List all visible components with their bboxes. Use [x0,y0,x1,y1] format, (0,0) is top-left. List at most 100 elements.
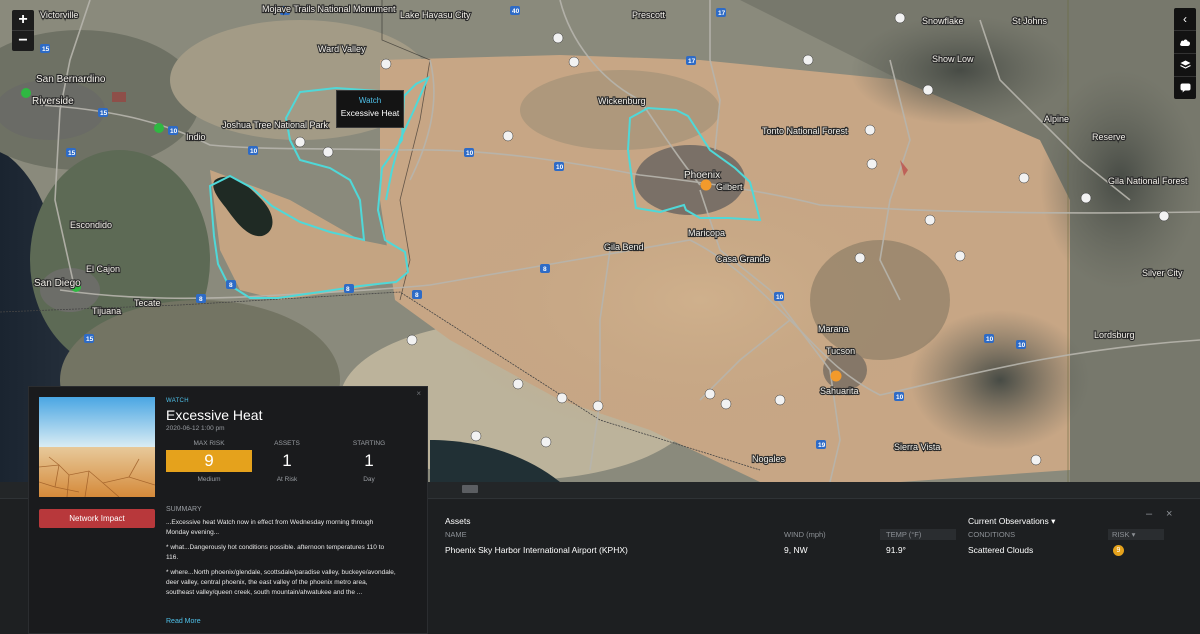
col-conditions[interactable]: CONDITIONS [968,530,1015,539]
summary-heading: SUMMARY [166,506,202,513]
svg-text:Show Low: Show Low [932,54,974,64]
stat-assets-sub: At Risk [276,476,298,483]
svg-text:10: 10 [556,164,564,171]
summary-text: ...Excessive heat Watch now in effect fr… [166,518,396,603]
asset-row-name[interactable]: Phoenix Sky Harbor International Airport… [445,545,628,555]
close-icon[interactable]: × [1166,508,1172,520]
asset-row-risk-badge: 9 [1113,545,1124,556]
svg-text:Maricopa: Maricopa [688,228,725,238]
col-wind[interactable]: WIND (mph) [784,530,826,539]
panel-close-icon[interactable]: × [416,389,421,398]
svg-text:15: 15 [42,46,50,53]
asset-marker-tucson[interactable] [830,370,842,382]
svg-text:8: 8 [415,292,419,299]
svg-text:Sierra Vista: Sierra Vista [894,442,940,452]
collapse-button[interactable]: ‹ [1174,8,1196,30]
svg-text:El Cajon: El Cajon [86,264,120,274]
svg-text:Tucson: Tucson [826,346,855,356]
svg-text:40: 40 [512,8,520,15]
col-temp[interactable]: TEMP (°F) [886,530,921,539]
asset-row-wind: 9, NW [784,545,808,555]
svg-text:Lake Havasu City: Lake Havasu City [400,10,471,20]
svg-text:10: 10 [170,128,178,135]
stat-starting-sub: Day [363,476,375,483]
cloud-icon[interactable] [1174,30,1196,53]
stat-max-risk-sub: Medium [197,476,221,483]
minimize-button[interactable]: – [1146,508,1152,520]
svg-text:10: 10 [776,294,784,301]
svg-text:10: 10 [986,336,994,343]
stat-max-risk-value: 9 [166,450,252,472]
asset-marker-green[interactable] [21,88,31,98]
svg-text:Escondido: Escondido [70,220,112,230]
svg-text:Prescott: Prescott [632,10,666,20]
svg-text:Casa Grande: Casa Grande [716,254,770,264]
asset-row-conditions: Scattered Clouds [968,545,1034,555]
chat-icon[interactable] [1174,76,1196,99]
svg-text:8: 8 [346,286,350,293]
resize-handle[interactable] [462,485,478,493]
svg-text:Mojave Trails National Monumen: Mojave Trails National Monument [262,4,396,14]
svg-text:Riverside: Riverside [32,96,74,107]
svg-text:Gilbert: Gilbert [716,182,743,192]
svg-text:10: 10 [1018,342,1026,349]
svg-text:15: 15 [68,150,76,157]
svg-text:Lordsburg: Lordsburg [1094,330,1135,340]
svg-text:Silver City: Silver City [1142,268,1183,278]
alert-title: Excessive Heat [166,407,263,423]
summary-paragraph: * where...North phoenix/glendale, scotts… [166,569,396,596]
assets-title: Assets [445,516,471,526]
svg-text:Wickenburg: Wickenburg [598,96,646,106]
svg-text:10: 10 [466,150,474,157]
svg-text:Marana: Marana [818,324,849,334]
asset-marker-phoenix[interactable] [700,179,712,191]
svg-text:Joshua Tree National Park: Joshua Tree National Park [222,120,329,130]
svg-text:Tijuana: Tijuana [92,306,121,316]
observations-dropdown[interactable]: Current Observations ▾ [968,516,1055,527]
svg-text:Snowflake: Snowflake [922,16,964,26]
svg-text:Phoenix: Phoenix [684,170,720,181]
heat-image [39,397,155,497]
stat-assets-label: ASSETS [274,440,300,447]
svg-text:Alpine: Alpine [1044,114,1069,124]
map-tooltip: Watch Excessive Heat [336,90,404,128]
svg-text:10: 10 [896,394,904,401]
zoom-control: + − [12,10,34,51]
svg-text:17: 17 [718,10,726,17]
svg-text:San Bernardino: San Bernardino [36,74,106,85]
svg-text:San Diego: San Diego [34,278,81,289]
svg-text:17: 17 [688,58,696,65]
svg-text:Tecate: Tecate [134,298,161,308]
col-name[interactable]: NAME [445,530,467,539]
svg-text:Ward Valley: Ward Valley [318,44,366,54]
stat-starting-value: 1 [364,451,374,470]
read-more-link[interactable]: Read More [166,618,201,625]
svg-text:10: 10 [250,148,258,155]
stat-assets-value: 1 [282,451,292,470]
svg-text:Victorville: Victorville [40,10,78,20]
summary-paragraph: ...Excessive heat Watch now in effect fr… [166,519,374,536]
svg-text:15: 15 [100,110,108,117]
zoom-out-button[interactable]: − [12,30,34,51]
stat-max-risk-label: MAX RISK [193,440,225,447]
assets-panel: Assets Current Observations ▾ – × NAME W… [428,500,1200,634]
svg-text:Sahuarita: Sahuarita [820,386,859,396]
asset-marker-green[interactable] [154,123,164,133]
col-risk[interactable]: RISK ▾ [1112,530,1135,539]
zoom-in-button[interactable]: + [12,10,34,30]
svg-text:Tonto National Forest: Tonto National Forest [762,126,848,136]
alert-panel: × WATCH Excessive Heat 2020-06-12 1:00 p… [28,386,428,634]
svg-text:Gila National Forest: Gila National Forest [1108,176,1188,186]
stat-starting-label: STARTING [352,440,386,447]
tooltip-tag: Watch [358,96,382,105]
network-impact-button[interactable]: Network Impact [39,509,155,528]
svg-text:Reserve: Reserve [1092,132,1126,142]
svg-text:St Johns: St Johns [1012,16,1048,26]
svg-text:8: 8 [543,266,547,273]
svg-text:8: 8 [229,282,233,289]
alert-tag: WATCH [166,398,189,404]
layers-icon[interactable] [1174,53,1196,76]
svg-text:Nogales: Nogales [752,454,786,464]
svg-text:8: 8 [199,296,203,303]
svg-text:19: 19 [818,442,826,449]
